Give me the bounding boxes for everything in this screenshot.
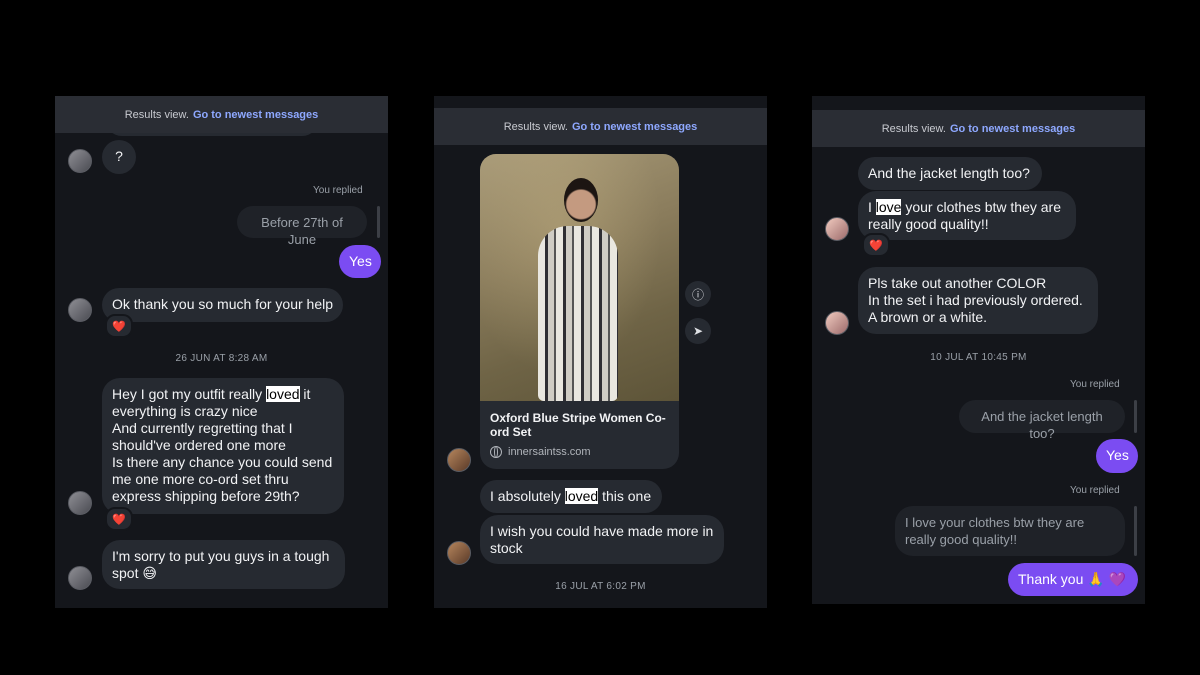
quoted-reply: Before 27th of June [237, 206, 367, 247]
quoted-reply: I love your clothes btw they are really … [895, 506, 1125, 556]
avatar[interactable] [447, 448, 471, 472]
product-url[interactable]: innersaintss.com [490, 446, 591, 458]
product-image[interactable] [480, 154, 679, 401]
share-icon[interactable]: ➤ [685, 318, 711, 344]
message-bubble: ? [102, 140, 136, 174]
message-bubble: Ok thank you so much for your help [102, 288, 343, 322]
avatar[interactable] [68, 566, 92, 590]
info-icon[interactable]: ⓘ [685, 281, 711, 307]
message-bubble: I wish you could have made more in stock [480, 515, 724, 564]
message-text: I [868, 199, 876, 215]
reply-bar [1134, 400, 1137, 433]
go-to-newest-link[interactable]: Go to newest messages [950, 123, 1075, 135]
go-to-newest-link[interactable]: Go to newest messages [572, 121, 697, 133]
you-replied-label: You replied [1070, 379, 1120, 390]
reply-bar [1134, 506, 1137, 556]
message-bubble: And the jacket length too? [858, 157, 1042, 190]
results-banner: Results view. Go to newest messages [812, 110, 1145, 147]
message-bubble: Pls take out another COLOR In the set i … [858, 267, 1098, 334]
message-text: I absolutely [490, 488, 565, 504]
you-replied-label: You replied [1070, 485, 1120, 496]
results-text: Results view. [503, 120, 568, 133]
results-banner: Results view. Go to newest messages [434, 108, 767, 145]
timestamp: 10 JUL AT 10:45 PM [930, 352, 1027, 363]
timestamp: 26 JUN AT 8:28 AM [175, 353, 268, 364]
message-text: Hey I got my outfit really [112, 386, 267, 402]
my-message-bubble: Yes [1096, 439, 1138, 473]
product-card[interactable]: Oxford Blue Stripe Women Co-ord Set inne… [480, 154, 679, 469]
go-to-newest-link[interactable]: Go to newest messages [193, 109, 318, 121]
heart-reaction-icon[interactable]: ❤️ [862, 233, 890, 257]
avatar[interactable] [447, 541, 471, 565]
my-message-bubble: Yes [339, 245, 381, 278]
search-highlight: love [875, 199, 902, 215]
heart-reaction-icon[interactable]: ❤️ [105, 507, 133, 531]
message-bubble: I absolutely loved this one [480, 480, 662, 513]
results-banner: Results view. Go to newest messages [55, 96, 388, 133]
chat-panel-2: Results view. Go to newest messages Oxfo… [434, 96, 767, 608]
model-outfit [538, 226, 618, 401]
message-text: this one [598, 488, 652, 504]
avatar[interactable] [68, 149, 92, 173]
reply-bar [377, 206, 380, 238]
message-bubble: I'm sorry to put you guys in a tough spo… [102, 540, 345, 589]
my-message-bubble: Thank you 🙏 💜 [1008, 563, 1138, 596]
chat-panel-1: Results view. Go to newest messages ? Yo… [55, 96, 388, 608]
results-text: Results view. [124, 108, 189, 121]
model-head [564, 178, 598, 222]
avatar[interactable] [825, 217, 849, 241]
search-highlight: loved [564, 488, 599, 504]
message-text: it everything is crazy nice And currentl… [112, 386, 333, 504]
timestamp: 16 JUL AT 6:02 PM [555, 581, 646, 592]
avatar[interactable] [68, 491, 92, 515]
you-replied-label: You replied [313, 185, 363, 196]
globe-icon [490, 446, 502, 458]
avatar[interactable] [68, 298, 92, 322]
url-text: innersaintss.com [508, 446, 591, 458]
search-highlight: loved [266, 386, 300, 402]
results-text: Results view. [881, 122, 946, 135]
product-title: Oxford Blue Stripe Women Co-ord Set [490, 411, 666, 439]
message-bubble: Hey I got my outfit really loved it ever… [102, 378, 344, 514]
message-bubble: I love your clothes btw they are really … [858, 191, 1076, 240]
chat-panel-3: Results view. Go to newest messages And … [812, 96, 1145, 604]
quoted-reply: And the jacket length too? [959, 400, 1125, 441]
avatar[interactable] [825, 311, 849, 335]
heart-reaction-icon[interactable]: ❤️ [105, 314, 133, 338]
